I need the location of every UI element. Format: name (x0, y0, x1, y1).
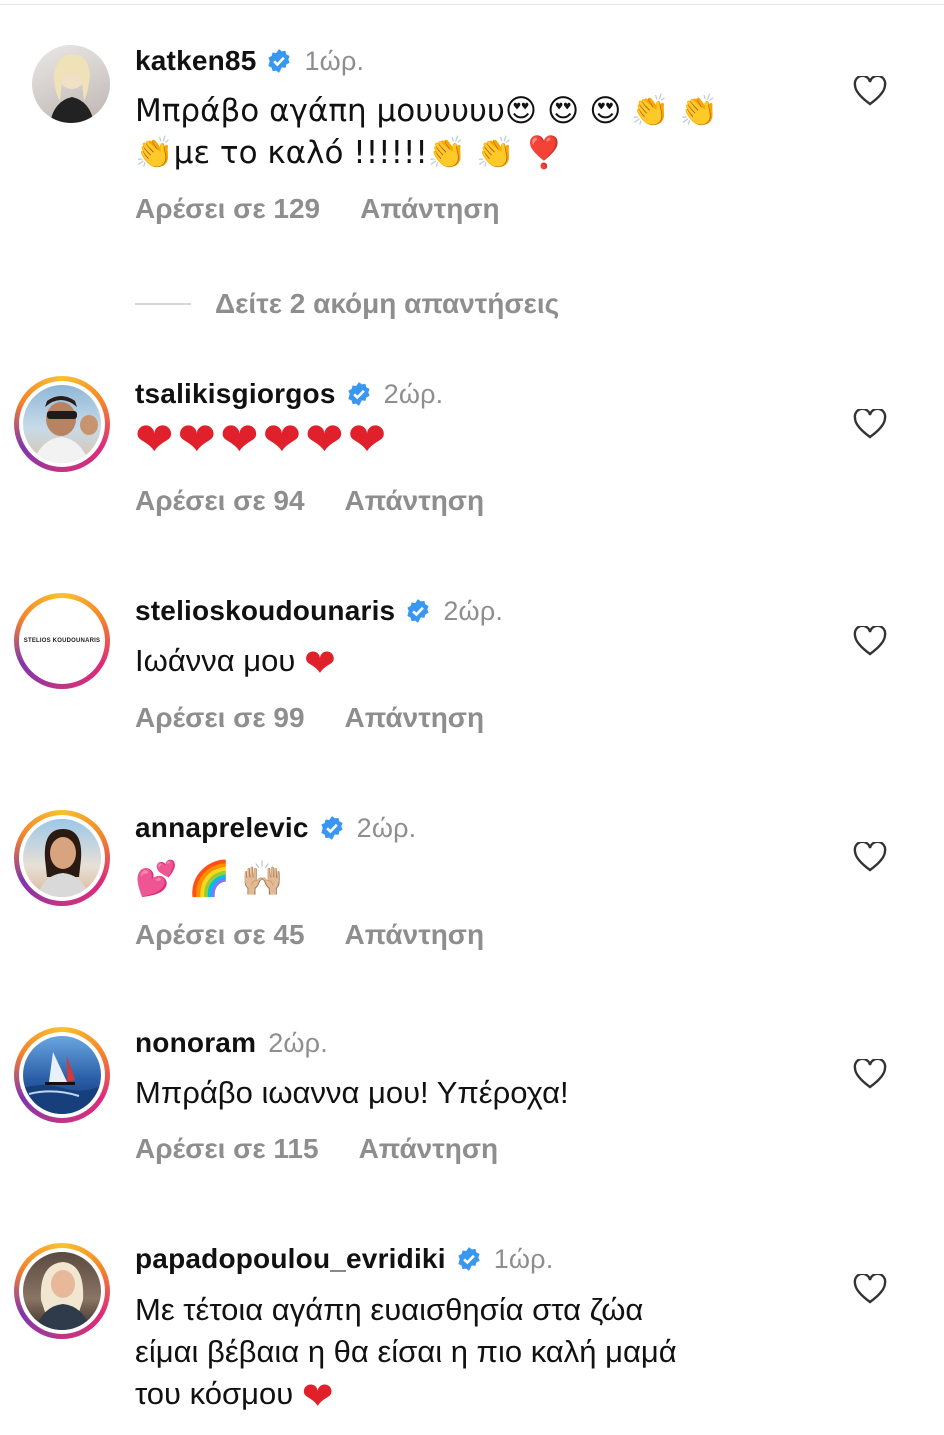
comment-time: 1ώρ. (304, 45, 365, 76)
comment-meta: Αρέσει σε 94 Απάντηση (135, 485, 484, 517)
comment-text-body: Ιωάννα μου (135, 643, 296, 678)
like-heart-icon[interactable] (853, 76, 887, 106)
likes-count[interactable]: Αρέσει σε 94 (135, 485, 305, 516)
view-more-replies[interactable]: Δείτε 2 ακόμη απαντήσεις (135, 288, 559, 320)
like-heart-icon[interactable] (853, 626, 887, 656)
avatar[interactable] (14, 810, 110, 906)
reply-button[interactable]: Απάντηση (345, 485, 485, 516)
comment-meta: Αρέσει σε 115 Απάντηση (135, 1133, 498, 1165)
username[interactable]: tsalikisgiorgos 2ώρ. (135, 378, 443, 410)
like-heart-icon[interactable] (853, 842, 887, 872)
comment-text-body: Μπράβο ιωαννα μου! Υπέροχα! (135, 1075, 569, 1110)
likes-count[interactable]: Αρέσει σε 45 (135, 919, 305, 950)
comment-text: Με τέτοια αγάπη ευαισθησία στα ζώα είμαι… (135, 1289, 815, 1417)
username[interactable]: papadopoulou_evridiki 1ώρ. (135, 1243, 553, 1275)
comment-time: 2ώρ. (268, 1027, 328, 1058)
red-heart-icon: ❤ (303, 640, 336, 685)
top-divider (0, 4, 944, 5)
likes-count[interactable]: Αρέσει σε 115 (135, 1133, 319, 1164)
verified-badge-icon (320, 816, 343, 840)
replies-divider (135, 303, 191, 305)
comment-text: Μπράβο ιωαννα μου! Υπέροχα! (135, 1072, 815, 1114)
username-text[interactable]: papadopoulou_evridiki (135, 1243, 446, 1275)
comment-text: Ιωάννα μου ❤ (135, 640, 815, 684)
avatar[interactable] (14, 1243, 110, 1339)
username[interactable]: annaprelevic 2ώρ. (135, 812, 416, 844)
reply-button[interactable]: Απάντηση (345, 702, 485, 733)
comment-time: 2ώρ. (383, 378, 444, 409)
comment-line-3: του κόσμου (135, 1376, 294, 1411)
reply-button[interactable]: Απάντηση (359, 1133, 499, 1164)
username[interactable]: nonoram 2ώρ. (135, 1027, 328, 1059)
verified-badge-icon (407, 599, 429, 623)
comment-line-1: Με τέτοια αγάπη ευαισθησία στα ζώα (135, 1292, 644, 1327)
username[interactable]: katken85 1ώρ. (135, 45, 364, 77)
likes-count[interactable]: Αρέσει σε 129 (135, 193, 320, 224)
verified-badge-icon (268, 49, 291, 73)
comment-time: 2ώρ. (356, 812, 417, 843)
username-text[interactable]: katken85 (135, 45, 256, 77)
hearts-emoji: ❤❤❤❤❤❤ (135, 412, 391, 466)
comment-text: Μπράβο αγάπη μουυυυυ😍 😍 😍 👏 👏 👏με το καλ… (135, 93, 719, 171)
comment-line-2: είμαι βέβαια η θα είσαι η πιο καλή μαμά (135, 1334, 677, 1369)
like-heart-icon[interactable] (853, 1059, 887, 1089)
avatar[interactable]: STELIOS KOUDOUNARIS (14, 593, 110, 689)
comment-text: 💕 🌈 🙌🏼 (135, 858, 815, 900)
emoji-text: 💕 🌈 🙌🏼 (135, 859, 284, 899)
reply-button[interactable]: Απάντηση (345, 919, 485, 950)
avatar[interactable] (32, 45, 110, 123)
avatar-logo-text: STELIOS KOUDOUNARIS (23, 638, 101, 644)
reply-button[interactable]: Απάντηση (360, 193, 500, 224)
username-text[interactable]: tsalikisgiorgos (135, 378, 336, 410)
red-heart-icon: ❤ (301, 1373, 334, 1418)
username[interactable]: stelioskoudounaris 2ώρ. (135, 595, 503, 627)
comment-meta: Αρέσει σε 45 Απάντηση (135, 919, 484, 951)
avatar[interactable] (14, 1027, 110, 1123)
like-heart-icon[interactable] (853, 409, 887, 439)
verified-badge-icon (458, 1247, 480, 1271)
comment-time: 1ώρ. (493, 1243, 554, 1274)
comment-time: 2ώρ. (443, 595, 504, 626)
username-text[interactable]: annaprelevic (135, 812, 309, 844)
like-heart-icon[interactable] (853, 1274, 887, 1304)
comment-text: ❤❤❤❤❤❤ (135, 416, 815, 466)
username-text[interactable]: nonoram (135, 1027, 256, 1059)
view-replies-label[interactable]: Δείτε 2 ακόμη απαντήσεις (215, 288, 559, 320)
username-text[interactable]: stelioskoudounaris (135, 595, 395, 627)
verified-badge-icon (348, 382, 370, 406)
comment-meta: Αρέσει σε 99 Απάντηση (135, 702, 484, 734)
likes-count[interactable]: Αρέσει σε 99 (135, 702, 305, 733)
comment-meta: Αρέσει σε 129 Απάντηση (135, 193, 500, 225)
avatar[interactable] (14, 376, 110, 472)
